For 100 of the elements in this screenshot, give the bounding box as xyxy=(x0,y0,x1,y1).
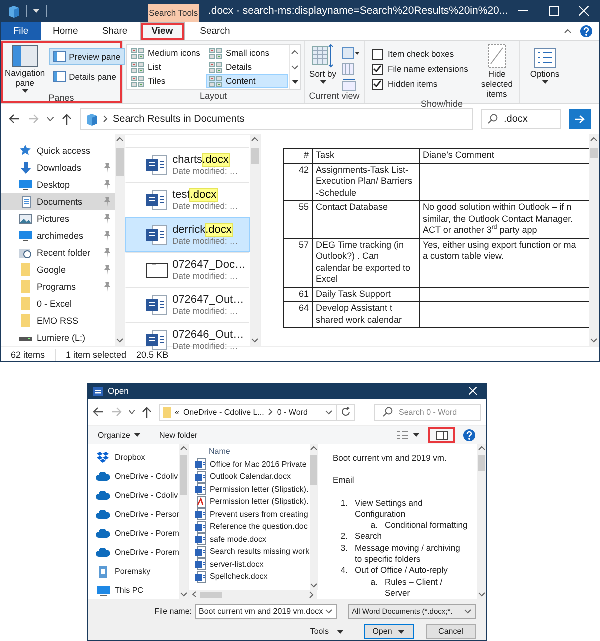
file-item[interactable]: Search results missing work xyxy=(195,546,310,558)
ribbon-tab[interactable]: Search xyxy=(189,22,242,40)
options-button[interactable]: Options xyxy=(523,44,567,84)
scrollbar-thumb[interactable] xyxy=(310,455,318,485)
file-item[interactable]: Permission letter (Slipstick). xyxy=(195,483,310,496)
file-item[interactable]: derrick.docx Date modified: … xyxy=(124,217,250,252)
sort-button[interactable]: Sort by xyxy=(308,44,338,84)
file-item[interactable]: safe mode.docx xyxy=(195,533,310,546)
view-button[interactable] xyxy=(397,430,420,440)
file-name-field[interactable]: Boot current vm and 2019 vm.docx xyxy=(195,604,337,619)
ribbon-tab[interactable]: Home xyxy=(41,22,90,40)
new-folder-button[interactable]: New folder xyxy=(159,430,198,440)
scrollbar[interactable] xyxy=(179,444,188,599)
caret-icon xyxy=(129,410,135,414)
nav-item[interactable]: OneDrive - Porem xyxy=(96,543,179,562)
ribbon-tab[interactable]: View xyxy=(140,22,186,40)
folder-icon xyxy=(20,314,32,327)
scrollbar[interactable] xyxy=(477,444,486,599)
chevron-down-icon xyxy=(116,338,124,343)
layout-option[interactable]: Details xyxy=(206,60,288,74)
scrollbar-thumb[interactable] xyxy=(116,148,124,176)
refresh-button[interactable] xyxy=(337,404,355,420)
file-item[interactable]: 072647_Out… Date modified: … xyxy=(124,287,250,322)
nav-item[interactable]: OneDrive - Cdoliv xyxy=(96,467,179,486)
open-button[interactable]: Open xyxy=(364,624,414,639)
layout-option[interactable]: Content xyxy=(206,74,288,88)
file-item[interactable]: Permission letter (Slipstick). xyxy=(195,496,310,508)
nav-item[interactable]: Downloads xyxy=(1,159,115,176)
scrollbar[interactable] xyxy=(589,134,599,346)
file-item[interactable]: Reference the question.doc xyxy=(195,520,310,533)
nav-item[interactable]: 0 - Excel xyxy=(1,295,115,312)
address-bar[interactable]: « OneDrive - Cdolive L... 0 - Word xyxy=(159,404,337,420)
hide-selected-button[interactable]: Hide selected items xyxy=(478,44,516,99)
file-item[interactable]: Outlook Calendar.docx xyxy=(195,470,310,483)
file-item[interactable]: Spellcheck.docx xyxy=(195,570,310,583)
date-modified: Date modified: … xyxy=(172,166,238,176)
checkbox[interactable] xyxy=(372,78,383,90)
layout-option[interactable]: List xyxy=(128,60,206,74)
table-cell-text: 42 xyxy=(298,164,309,176)
search-field[interactable]: Search 0 - Word xyxy=(374,404,481,420)
preview-pane-button[interactable] xyxy=(428,427,455,443)
layout-option[interactable]: Small icons xyxy=(206,46,288,60)
go-button[interactable] xyxy=(569,109,591,129)
ribbon-tab[interactable]: File xyxy=(1,22,41,40)
tools-button[interactable]: Tools xyxy=(310,627,344,636)
nav-item[interactable]: Recent folder xyxy=(1,244,115,261)
scrollbar-thumb[interactable] xyxy=(200,592,222,598)
back-arrow-icon xyxy=(93,407,104,417)
file-item[interactable]: Office for Mac 2016 Private xyxy=(195,458,310,470)
pane-button[interactable]: Preview pane xyxy=(49,48,125,65)
nav-item[interactable]: Poremsky xyxy=(96,562,179,581)
nav-item[interactable]: Quick access xyxy=(1,142,115,159)
pane-button[interactable]: Details pane xyxy=(49,68,125,85)
overflow-chevron[interactable]: « xyxy=(175,408,180,416)
organize-button[interactable]: Organize xyxy=(98,430,142,440)
file-item[interactable]: charts.docx Date modified: … xyxy=(124,147,250,182)
group-by-icon xyxy=(342,47,360,59)
scrollbar-thumb[interactable] xyxy=(180,455,187,495)
address-bar[interactable]: Search Results in Documents xyxy=(80,108,473,130)
nav-item[interactable]: Pictures xyxy=(1,210,115,227)
nav-item[interactable]: Lumiere (L:) xyxy=(1,329,115,346)
breadcrumb[interactable]: Search Results in Documents xyxy=(113,114,245,124)
file-item[interactable]: server-list.docx xyxy=(195,558,310,570)
scrollbar-thumb[interactable] xyxy=(590,148,598,158)
nav-item[interactable]: This PC xyxy=(96,581,179,599)
search-field[interactable]: .docx xyxy=(481,109,561,129)
layout-icon xyxy=(131,76,144,86)
nav-item[interactable]: OneDrive - Cdoliv xyxy=(96,486,179,505)
close-icon xyxy=(469,387,477,395)
nav-item[interactable]: Programs xyxy=(1,278,115,295)
nav-item[interactable]: Documents xyxy=(1,193,115,210)
checkbox[interactable] xyxy=(372,48,383,60)
column-header[interactable]: Name xyxy=(195,444,310,458)
layout-option[interactable]: Tiles xyxy=(128,74,206,88)
layout-option[interactable]: Medium icons xyxy=(128,46,206,60)
file-item[interactable]: 072647_Doc… Date modified: … xyxy=(124,252,250,287)
checkbox-label: Hidden items xyxy=(388,79,438,89)
scrollbar[interactable] xyxy=(250,134,260,346)
nav-item[interactable]: EMO RSS xyxy=(1,312,115,329)
file-item[interactable]: Prevent users from creating xyxy=(195,508,310,520)
ribbon-tab[interactable]: Share xyxy=(90,22,140,40)
document-icon xyxy=(195,570,207,583)
scrollbar-thumb[interactable] xyxy=(478,455,485,471)
nav-item[interactable]: archimedes xyxy=(1,227,115,244)
scrollbar[interactable] xyxy=(114,134,125,346)
breadcrumb[interactable]: OneDrive - Cdolive L... xyxy=(183,408,264,416)
navigation-pane-button[interactable]: Navigation pane xyxy=(5,45,46,93)
cancel-button[interactable]: Cancel xyxy=(426,624,476,639)
nav-item[interactable]: OneDrive - Porem xyxy=(96,524,179,543)
search-icon xyxy=(488,114,498,124)
help-icon xyxy=(580,24,593,38)
cube-icon xyxy=(7,4,20,18)
breadcrumb[interactable]: 0 - Word xyxy=(277,408,308,416)
nav-item[interactable]: Desktop xyxy=(1,176,115,193)
nav-item[interactable]: Dropbox xyxy=(96,448,179,467)
scrollbar[interactable] xyxy=(310,444,318,590)
checkbox[interactable] xyxy=(372,64,383,74)
nav-item[interactable]: OneDrive - Persor xyxy=(96,505,179,524)
nav-item[interactable]: Google xyxy=(1,261,115,278)
scrollbar-thumb[interactable] xyxy=(251,148,259,164)
